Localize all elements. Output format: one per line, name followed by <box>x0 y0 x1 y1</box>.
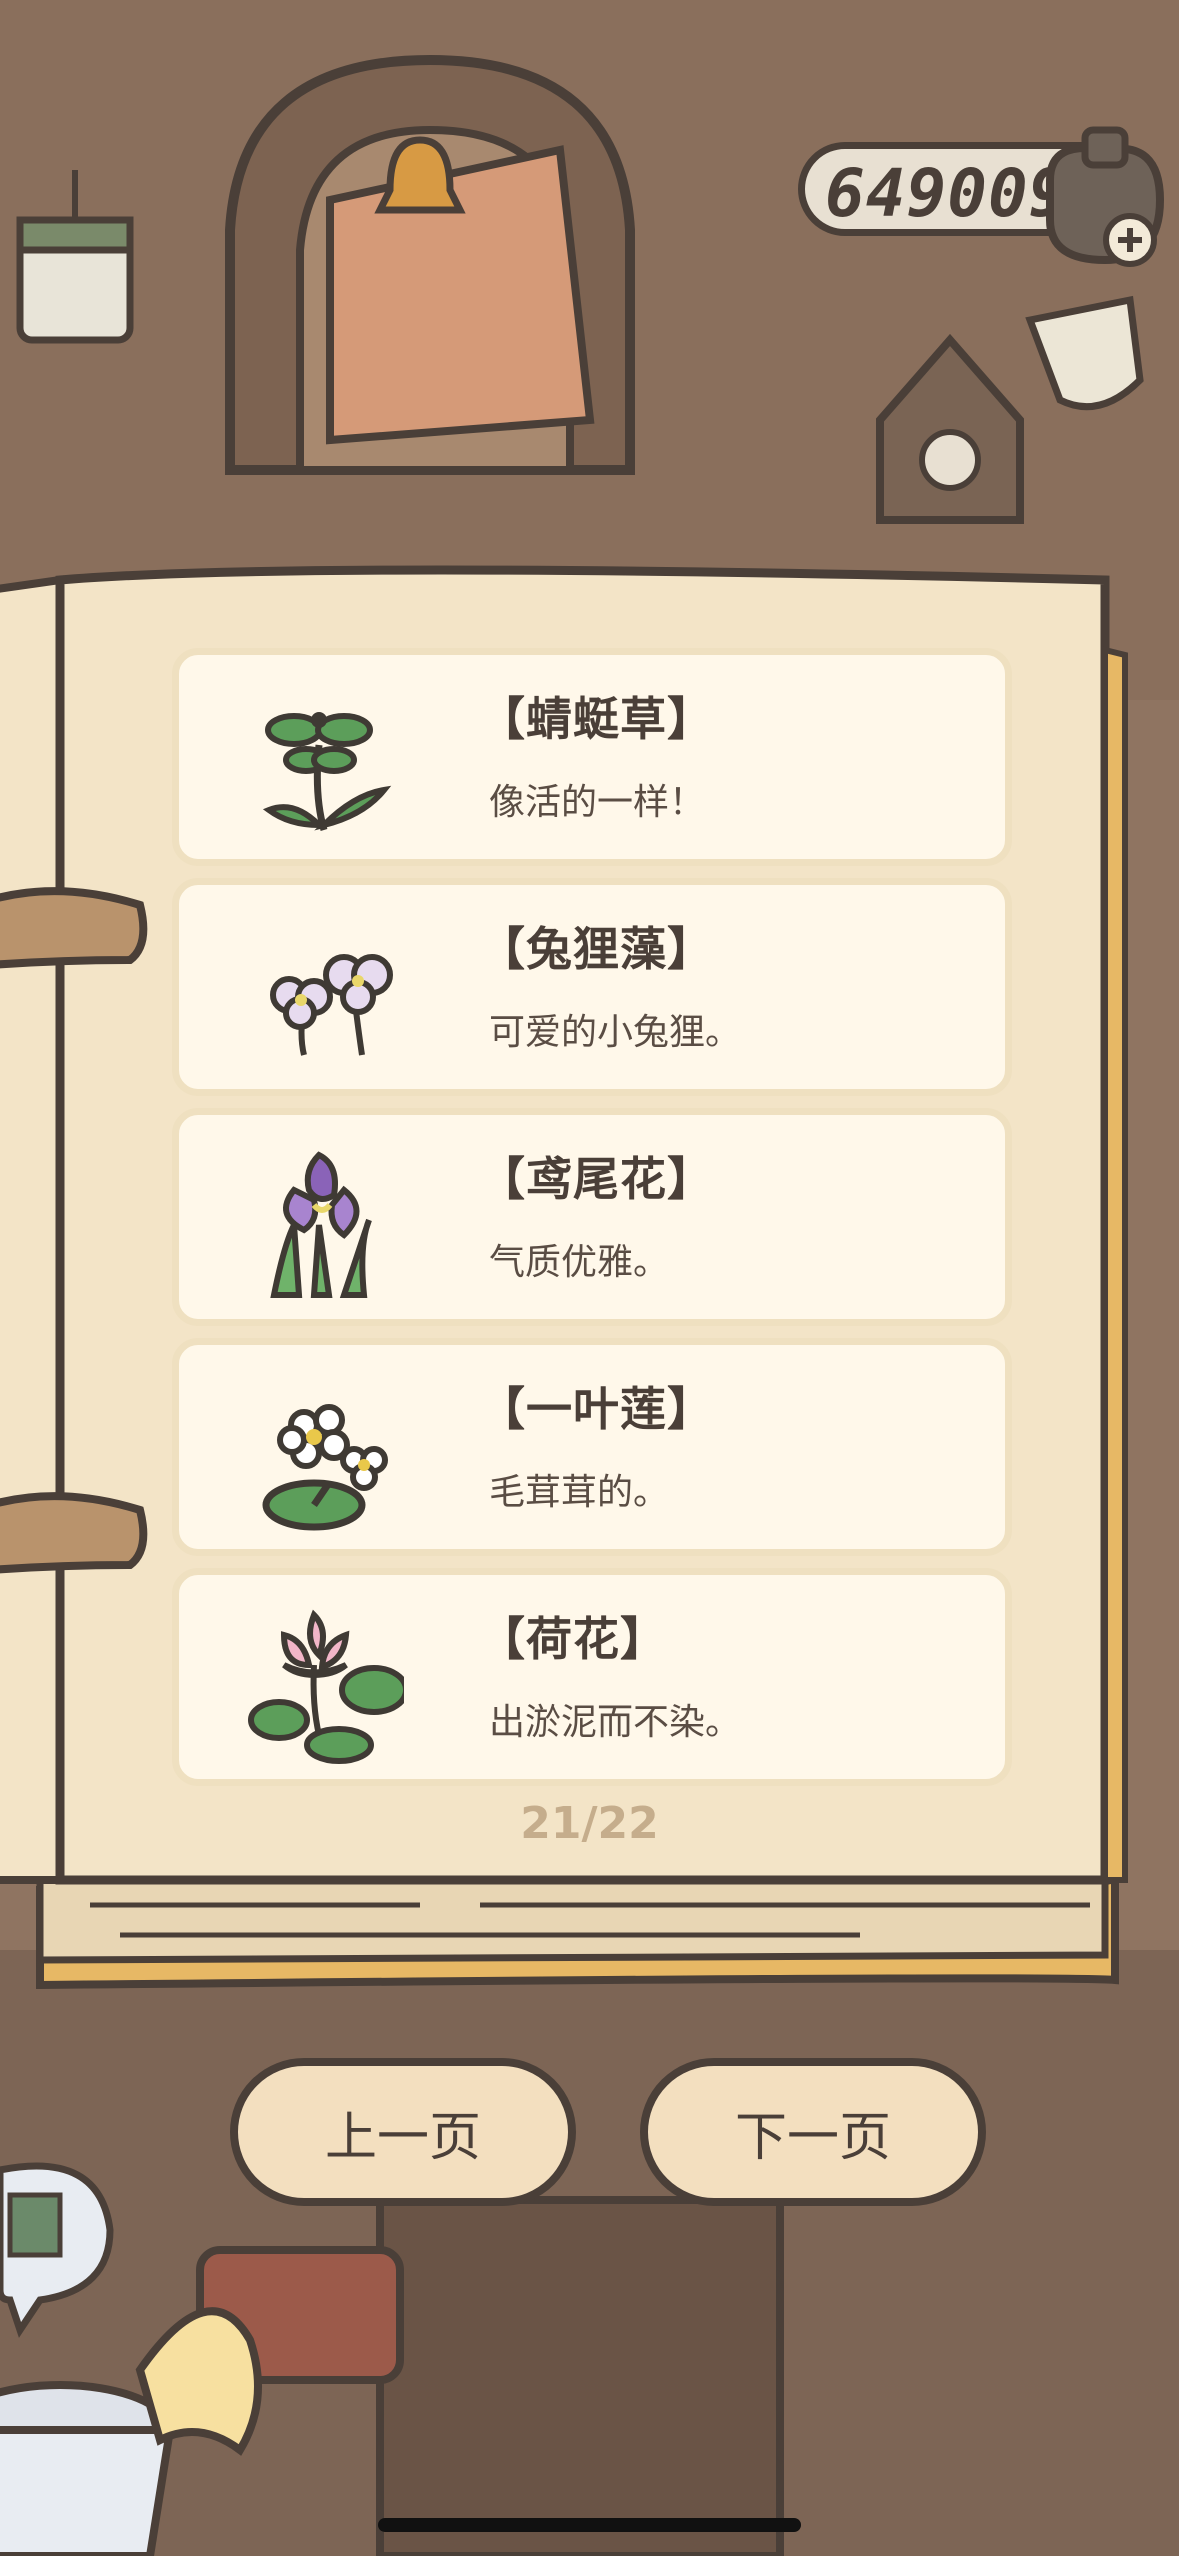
entry-description: 气质优雅。 <box>489 1242 670 1283</box>
coin-bag-plus-icon[interactable] <box>1030 120 1179 280</box>
binder-ring-icon <box>0 887 148 969</box>
entry-title: 【鸢尾花】 <box>479 1152 714 1206</box>
entry-description: 毛茸茸的。 <box>489 1472 670 1513</box>
bladderwort-flower-icon <box>270 954 393 1056</box>
entry-title: 【荷花】 <box>479 1612 667 1666</box>
lotus-flower-icon <box>248 1609 404 1764</box>
dragonfly-grass-plant-icon <box>262 712 392 831</box>
entry-description: 像活的一样！ <box>489 782 706 823</box>
entry-title: 【一叶莲】 <box>479 1382 714 1436</box>
prev-page-button[interactable]: 上一页 <box>230 2058 576 2206</box>
iris-flower-icon <box>270 1151 372 1298</box>
entry-description: 可爱的小兔狸。 <box>489 1012 742 1053</box>
entry-title: 【兔狸藻】 <box>479 922 714 976</box>
entry-title: 【蜻蜓草】 <box>479 692 714 746</box>
journal-entry[interactable]: 【荷花】 出淤泥而不染。 <box>172 1568 1012 1786</box>
plant-pot-icon <box>0 2381 175 2556</box>
entry-description: 出淤泥而不染。 <box>489 1702 742 1743</box>
journal-entry[interactable]: 【鸢尾花】 气质优雅。 <box>172 1108 1012 1326</box>
floating-heart-flower-icon <box>262 1404 388 1531</box>
binder-ring-icon <box>0 1492 148 1574</box>
journal-entry[interactable]: 【一叶莲】 毛茸茸的。 <box>172 1338 1012 1556</box>
page-indicator: 21/22 <box>520 1798 659 1849</box>
journal-entry[interactable]: 【兔狸藻】 可爱的小兔狸。 <box>172 878 1012 1096</box>
journal-entry[interactable]: 【蜻蜓草】 像活的一样！ <box>172 648 1012 866</box>
home-indicator[interactable] <box>378 2518 801 2532</box>
next-page-button[interactable]: 下一页 <box>640 2058 986 2206</box>
